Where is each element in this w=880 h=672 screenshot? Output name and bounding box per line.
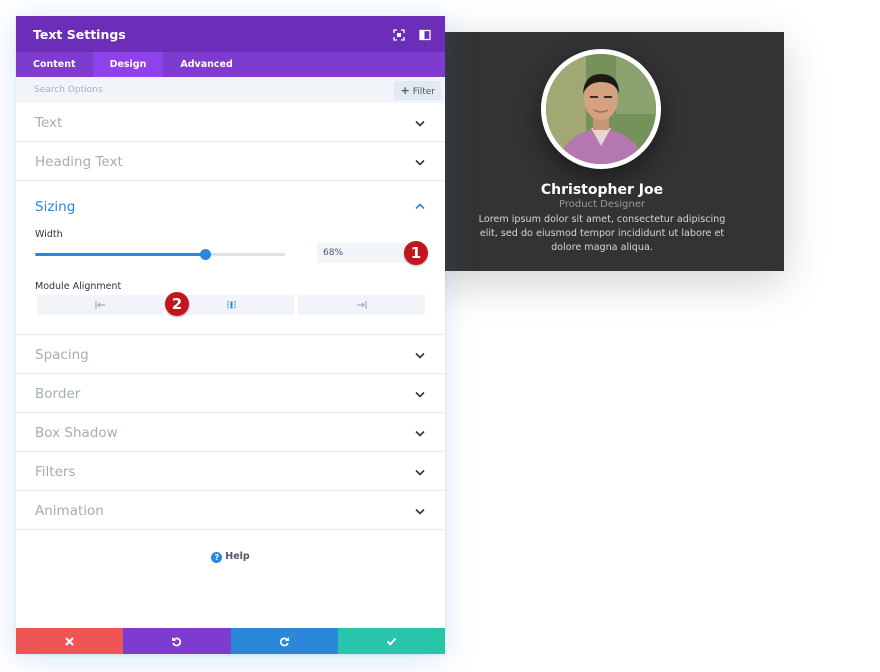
search-bar: +Filter [16, 77, 445, 103]
chevron-down-icon [415, 159, 425, 166]
group-sizing: Sizing Width Module Alignment [16, 181, 445, 335]
checkmark-icon [386, 637, 397, 646]
group-title-spacing: Spacing [35, 347, 89, 363]
align-left-button[interactable] [37, 295, 164, 315]
person-bio: Lorem ipsum dolor sit amet, consectetur … [478, 214, 726, 253]
group-title-sizing[interactable]: Sizing [35, 199, 75, 215]
redo-icon [279, 636, 289, 646]
width-value-input[interactable] [317, 243, 407, 263]
filter-button[interactable]: + Filter [394, 81, 441, 100]
group-border[interactable]: Border [16, 374, 445, 413]
chevron-down-icon [415, 430, 425, 437]
group-heading-text[interactable]: Heading Text [16, 142, 445, 181]
group-title-box-shadow: Box Shadow [35, 425, 118, 441]
help-label: Help [225, 551, 250, 562]
module-alignment-label: Module Alignment [35, 281, 122, 292]
group-title-border: Border [35, 386, 81, 402]
annotation-marker-1: 1 [404, 241, 428, 265]
tab-content[interactable]: Content [16, 52, 93, 77]
fullscreen-icon[interactable] [393, 28, 405, 41]
help-icon: ? [211, 552, 223, 563]
chevron-up-icon[interactable] [415, 203, 425, 210]
settings-panel: Text Settings Content Design Advanced +F… [16, 16, 445, 654]
tab-advanced[interactable]: Advanced [163, 52, 249, 77]
align-left-icon [95, 301, 105, 309]
panel-header[interactable]: Text Settings [16, 16, 445, 52]
group-spacing[interactable]: Spacing [16, 335, 445, 374]
portrait-image [546, 54, 656, 164]
filter-label: Filter [412, 87, 435, 97]
help-link[interactable]: ? Help [16, 551, 445, 563]
group-box-shadow[interactable]: Box Shadow [16, 413, 445, 452]
close-icon [65, 636, 74, 646]
width-slider-fill [35, 253, 205, 256]
width-slider[interactable] [35, 249, 285, 260]
group-title-animation: Animation [35, 503, 104, 519]
panel-footer [16, 628, 445, 654]
chevron-down-icon [415, 469, 425, 476]
group-animation[interactable]: Animation [16, 491, 445, 530]
search-input[interactable] [34, 77, 334, 103]
align-right-icon [357, 301, 367, 309]
canvas: Christopher Joe Product Designer Lorem i… [0, 0, 880, 672]
redo-button[interactable] [230, 628, 338, 654]
group-title-heading-text: Heading Text [35, 154, 123, 170]
cancel-button[interactable] [16, 628, 124, 654]
person-card-preview: Christopher Joe Product Designer Lorem i… [420, 32, 784, 271]
group-text[interactable]: Text [16, 103, 445, 142]
group-title-text: Text [35, 115, 63, 131]
align-center-icon [226, 301, 236, 309]
chevron-down-icon [415, 391, 425, 398]
chevron-down-icon [415, 352, 425, 359]
person-role: Product Designer [559, 199, 645, 210]
person-name: Christopher Joe [540, 182, 664, 198]
chevron-down-icon [415, 508, 425, 515]
chevron-down-icon [415, 120, 425, 127]
undo-button[interactable] [123, 628, 231, 654]
group-title-filters: Filters [35, 464, 76, 480]
width-label: Width [35, 229, 63, 240]
width-slider-handle[interactable] [199, 249, 211, 260]
annotation-marker-2: 2 [165, 292, 189, 316]
person-avatar [541, 49, 661, 169]
tab-design[interactable]: Design [92, 52, 164, 77]
panel-tabs: Content Design Advanced [16, 52, 445, 77]
save-button[interactable] [337, 628, 445, 654]
module-alignment-control [37, 295, 426, 315]
align-right-button[interactable] [298, 295, 426, 315]
undo-icon [172, 636, 182, 646]
group-filters[interactable]: Filters [16, 452, 445, 491]
panel-title: Text Settings [33, 27, 126, 42]
split-view-icon[interactable] [419, 28, 431, 41]
plus-icon: + [400, 84, 410, 97]
